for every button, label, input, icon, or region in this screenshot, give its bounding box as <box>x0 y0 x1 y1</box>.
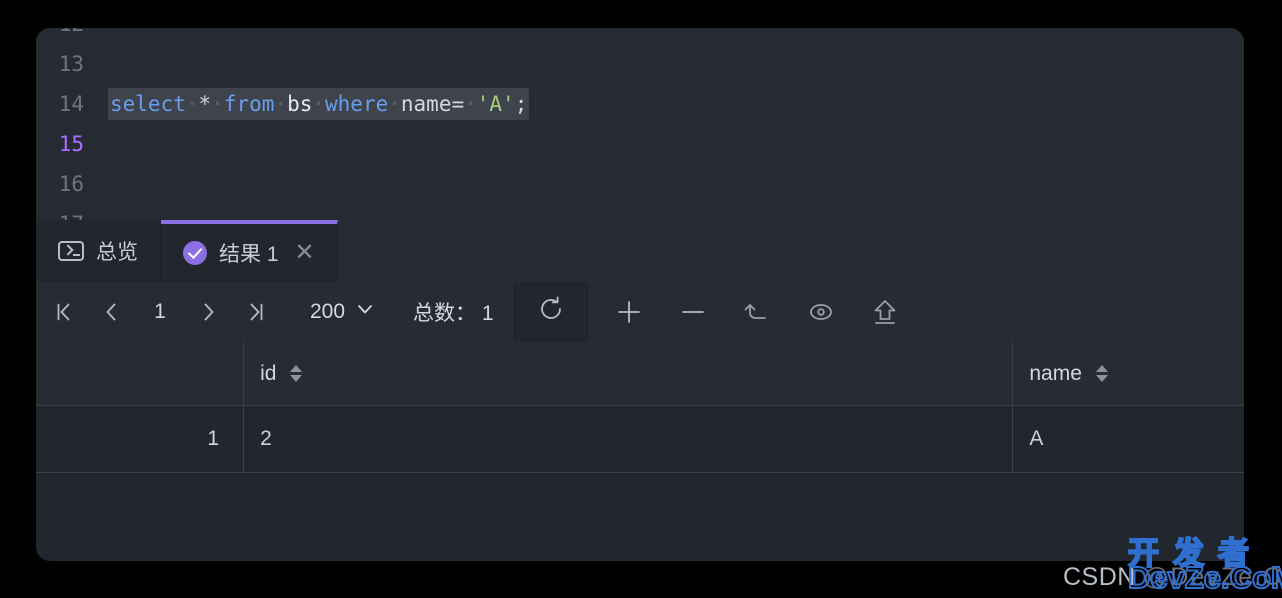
commit-upload-icon <box>869 296 901 328</box>
line-number: 15 <box>58 132 84 156</box>
delete-row-button[interactable] <box>666 282 720 342</box>
token-op: * <box>198 92 212 116</box>
terminal-icon <box>58 241 84 261</box>
tab-result-1-label: 结果 1 <box>219 243 279 266</box>
editor-line[interactable]: 14 select·*·from·bs·where·name=·'A'; <box>36 84 1244 124</box>
last-page-icon[interactable] <box>232 282 278 342</box>
sql-result-window: 121314select·*·from·bs·where·name=·'A';1… <box>36 28 1244 561</box>
page-number[interactable]: 1 <box>134 300 186 324</box>
prev-page-icon[interactable] <box>88 282 134 342</box>
grid-header-name[interactable]: name <box>1013 342 1244 405</box>
refresh-icon <box>536 294 566 330</box>
check-circle-icon <box>183 241 207 265</box>
token-dot: · <box>388 92 401 116</box>
watermark-csdn-suffix: @DevZe.CoM <box>1143 563 1282 591</box>
row-action-group <box>588 282 912 342</box>
token-dot: · <box>274 92 288 116</box>
cell-name[interactable]: A <box>1013 406 1244 472</box>
preview-button[interactable] <box>794 282 848 342</box>
tab-overview[interactable]: 总览 <box>36 220 161 282</box>
editor-line[interactable]: 15 <box>36 124 1244 164</box>
watermark-site: DevZe.CoM <box>1127 559 1282 596</box>
page-size-select[interactable]: 200 <box>284 282 393 342</box>
grid-header-row: id name <box>36 342 1244 406</box>
token-dot: · <box>464 92 477 116</box>
commit-button[interactable] <box>858 282 912 342</box>
chevron-down-icon <box>355 299 375 325</box>
eye-icon <box>805 296 837 328</box>
token-dot: · <box>185 92 199 116</box>
line-content: select·*·from·bs·where·name=·'A'; <box>108 84 530 124</box>
result-toolbar: 1 200 总数： 1 <box>36 282 1244 343</box>
undo-icon <box>741 296 773 328</box>
page-size-value: 200 <box>310 300 346 323</box>
token-dot: · <box>312 92 326 116</box>
minus-icon <box>677 296 709 328</box>
grid-header-rownum <box>36 342 245 405</box>
token-str: 'A' <box>476 92 515 116</box>
editor-line[interactable]: 17 <box>36 204 1244 220</box>
add-row-button[interactable] <box>602 282 656 342</box>
line-number: 16 <box>58 172 84 196</box>
tab-result-1[interactable]: 结果 1 ✕ <box>161 220 338 283</box>
watermark-csdn: CSDN <box>1063 563 1136 591</box>
line-number: 12 <box>36 28 84 44</box>
token-id: bs <box>287 92 313 116</box>
editor-line[interactable]: 13 <box>36 44 1244 84</box>
token-dot: · <box>211 92 224 116</box>
plus-icon <box>613 296 645 328</box>
token-kw: where <box>325 92 389 116</box>
token-kw: select <box>110 92 186 116</box>
next-page-icon[interactable] <box>186 282 232 342</box>
pagination-group: 1 <box>36 282 284 342</box>
sql-statement: select·*·from·bs·where·name=·'A'; <box>108 88 530 120</box>
grid-header-id-label: id <box>260 361 277 385</box>
refresh-button[interactable] <box>513 282 588 342</box>
sort-arrows-icon[interactable] <box>290 365 303 382</box>
line-number: 13 <box>58 52 84 76</box>
token-punc: name= <box>400 92 465 116</box>
sort-arrows-icon[interactable] <box>1095 365 1108 382</box>
cell-id[interactable]: 2 <box>244 406 1014 472</box>
editor-line[interactable]: 16 <box>36 164 1244 204</box>
editor-line-list: 121314select·*·from·bs·where·name=·'A';1… <box>36 28 1244 220</box>
row-number: 1 <box>36 406 245 472</box>
grid-header-id[interactable]: id <box>244 342 1014 405</box>
table-row[interactable]: 1 2 A <box>36 406 1244 473</box>
result-grid: id name 1 2 A <box>36 342 1244 561</box>
line-number: 14 <box>58 92 84 116</box>
grid-header-name-label: name <box>1029 361 1082 385</box>
undo-button[interactable] <box>730 282 784 342</box>
tab-overview-label: 总览 <box>96 241 138 264</box>
sql-editor[interactable]: 121314select·*·from·bs·where·name=·'A';1… <box>36 28 1244 220</box>
token-punc: ; <box>514 92 528 116</box>
tab-bar-filler <box>337 220 1244 282</box>
first-page-icon[interactable] <box>42 282 88 342</box>
close-icon[interactable]: ✕ <box>295 241 315 265</box>
line-number: 17 <box>36 204 84 220</box>
token-kw: from <box>223 92 275 116</box>
screenshot-root: 121314select·*·from·bs·where·name=·'A';1… <box>0 0 1282 598</box>
total-count: 总数： 1 <box>413 302 494 325</box>
result-tab-bar: 总览 结果 1 ✕ <box>36 220 1244 283</box>
editor-line[interactable]: 12 <box>36 28 1244 44</box>
